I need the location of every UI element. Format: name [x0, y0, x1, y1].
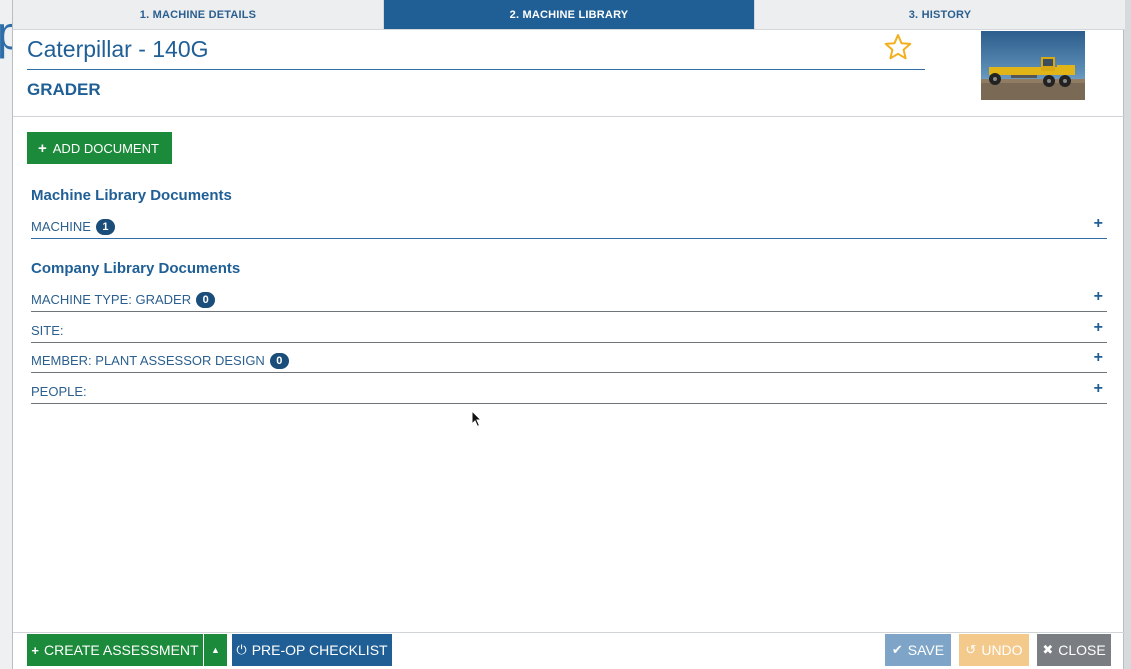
- machine-type-heading: GRADER: [27, 80, 101, 99]
- pre-op-checklist-label: PRE-OP CHECKLIST: [251, 642, 388, 658]
- create-assessment-dropdown-toggle[interactable]: ▲: [204, 634, 227, 666]
- caret-up-icon: ▲: [211, 645, 220, 655]
- expand-plus-icon[interactable]: +: [1094, 349, 1103, 367]
- background-edge: [1123, 0, 1131, 669]
- undo-label: UNDO: [981, 642, 1023, 658]
- expand-plus-icon[interactable]: +: [1094, 215, 1103, 233]
- tab-bar: 1. MACHINE DETAILS 2. MACHINE LIBRARY 3.…: [13, 0, 1125, 30]
- title-divider: [27, 69, 925, 70]
- background-page: p: [0, 0, 23, 669]
- tab-history[interactable]: 3. HISTORY: [755, 0, 1125, 29]
- close-label: CLOSE: [1058, 642, 1106, 658]
- company-library-heading: Company Library Documents: [31, 260, 241, 277]
- library-row-people[interactable]: PEOPLE: +: [31, 380, 1107, 404]
- library-row-machine-type[interactable]: MACHINE TYPE: GRADER 0 +: [31, 288, 1107, 312]
- undo-button[interactable]: ↺ UNDO: [959, 634, 1029, 666]
- save-button[interactable]: ✔ SAVE: [885, 634, 951, 666]
- pre-op-checklist-button[interactable]: ⏻ PRE-OP CHECKLIST: [232, 634, 392, 666]
- create-assessment-label: CREATE ASSESSMENT: [44, 642, 199, 658]
- save-label: SAVE: [907, 642, 945, 658]
- row-label: MACHINE TYPE: GRADER: [31, 292, 192, 307]
- add-document-button[interactable]: + ADD DOCUMENT: [27, 132, 172, 164]
- create-assessment-button[interactable]: + CREATE ASSESSMENT: [27, 634, 203, 666]
- tab-machine-details[interactable]: 1. MACHINE DETAILS: [13, 0, 384, 29]
- expand-plus-icon[interactable]: +: [1094, 380, 1103, 398]
- check-icon: ✔: [891, 642, 903, 657]
- tab-machine-library[interactable]: 2. MACHINE LIBRARY: [384, 0, 755, 29]
- close-icon: ✖: [1042, 642, 1054, 657]
- plus-icon: +: [38, 139, 47, 157]
- expand-plus-icon[interactable]: +: [1094, 288, 1103, 306]
- library-row-site[interactable]: SITE: +: [31, 319, 1107, 343]
- count-badge: 1: [95, 218, 115, 235]
- count-badge: 0: [269, 352, 289, 369]
- machine-modal: 1. MACHINE DETAILS 2. MACHINE LIBRARY 3.…: [12, 0, 1125, 669]
- library-row-machine[interactable]: MACHINE 1 +: [31, 215, 1107, 239]
- page-title: Caterpillar - 140G: [27, 36, 209, 62]
- library-row-member[interactable]: MEMBER: PLANT ASSESSOR DESIGN 0 +: [31, 349, 1107, 373]
- power-icon: ⏻: [236, 642, 247, 657]
- add-document-label: ADD DOCUMENT: [52, 140, 159, 156]
- row-label: SITE:: [31, 323, 64, 338]
- row-label: MEMBER: PLANT ASSESSOR DESIGN: [31, 353, 265, 368]
- machine-photo: [981, 31, 1085, 100]
- header-divider: [13, 116, 1125, 117]
- star-icon[interactable]: [883, 32, 913, 62]
- count-badge: 0: [196, 291, 216, 308]
- machine-library-heading: Machine Library Documents: [31, 187, 232, 204]
- mouse-pointer-icon: [471, 410, 483, 428]
- row-label: MACHINE: [31, 219, 91, 234]
- expand-plus-icon[interactable]: +: [1094, 319, 1103, 337]
- footer-divider: [13, 632, 1125, 633]
- row-label: PEOPLE:: [31, 384, 87, 399]
- plus-icon: +: [31, 642, 40, 658]
- close-button[interactable]: ✖ CLOSE: [1037, 634, 1111, 666]
- undo-icon: ↺: [965, 642, 977, 657]
